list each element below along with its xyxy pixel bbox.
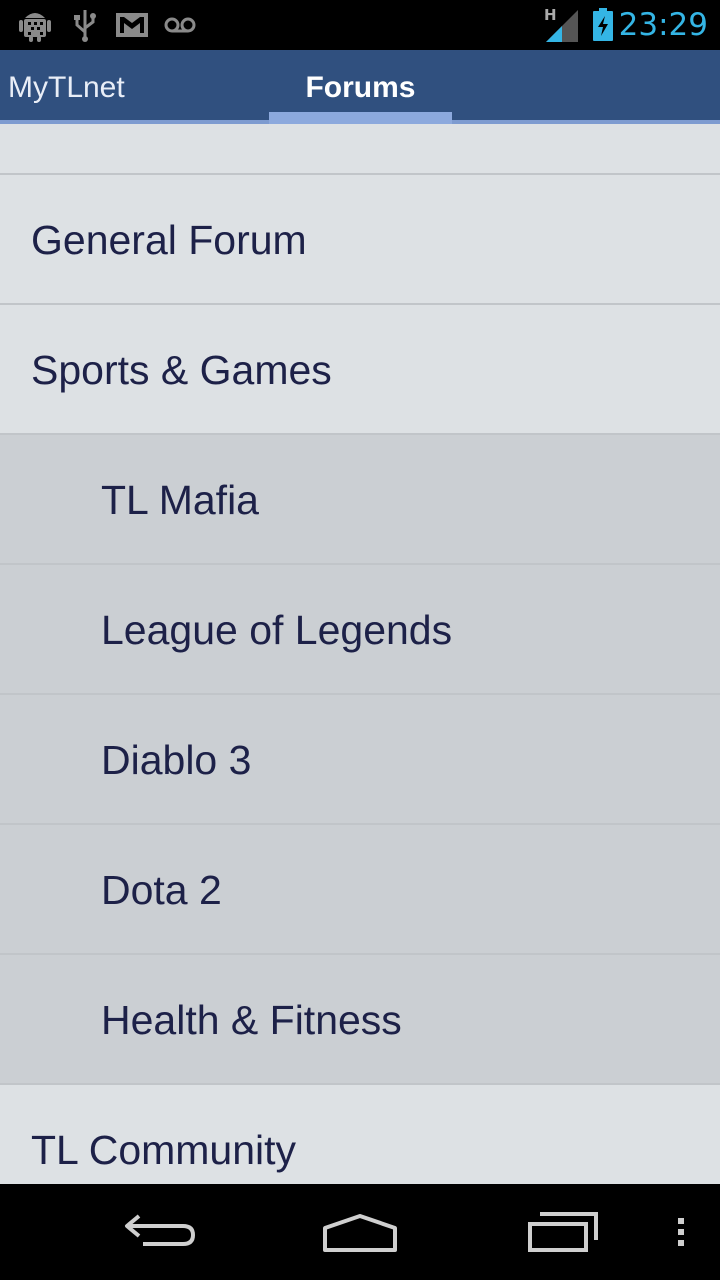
- android-debug-icon: [19, 13, 51, 42]
- signal-icon: H: [542, 6, 582, 42]
- forum-list[interactable]: General Forum Sports & Games TL Mafia Le…: [0, 124, 720, 1184]
- forum-item-diablo-3[interactable]: Diablo 3: [0, 695, 720, 825]
- tab-mytlnet[interactable]: MyTLnet: [8, 50, 125, 124]
- battery-charging-icon: [593, 8, 613, 41]
- voicemail-icon: [164, 17, 196, 33]
- list-header-spacer: [0, 124, 720, 175]
- tab-bar: MyTLnet Forums: [0, 50, 720, 124]
- usb-icon: [74, 10, 96, 42]
- forum-item-dota-2[interactable]: Dota 2: [0, 825, 720, 955]
- home-icon[interactable]: [315, 1202, 405, 1262]
- forum-item-tl-mafia[interactable]: TL Mafia: [0, 435, 720, 565]
- status-bar: H 23:29: [0, 0, 720, 50]
- recent-apps-icon[interactable]: [518, 1202, 608, 1262]
- back-icon[interactable]: [115, 1202, 205, 1262]
- overflow-menu-icon[interactable]: [636, 1202, 720, 1262]
- status-time: 23:29: [618, 7, 708, 43]
- forum-item-health-fitness[interactable]: Health & Fitness: [0, 955, 720, 1085]
- forum-item-tl-community[interactable]: TL Community: [0, 1085, 720, 1184]
- forum-item-general-forum[interactable]: General Forum: [0, 175, 720, 305]
- gmail-icon: [116, 13, 148, 37]
- selected-tab-indicator: [269, 112, 452, 124]
- forum-item-league-of-legends[interactable]: League of Legends: [0, 565, 720, 695]
- forum-item-sports-games[interactable]: Sports & Games: [0, 305, 720, 435]
- navigation-bar: [0, 1184, 720, 1280]
